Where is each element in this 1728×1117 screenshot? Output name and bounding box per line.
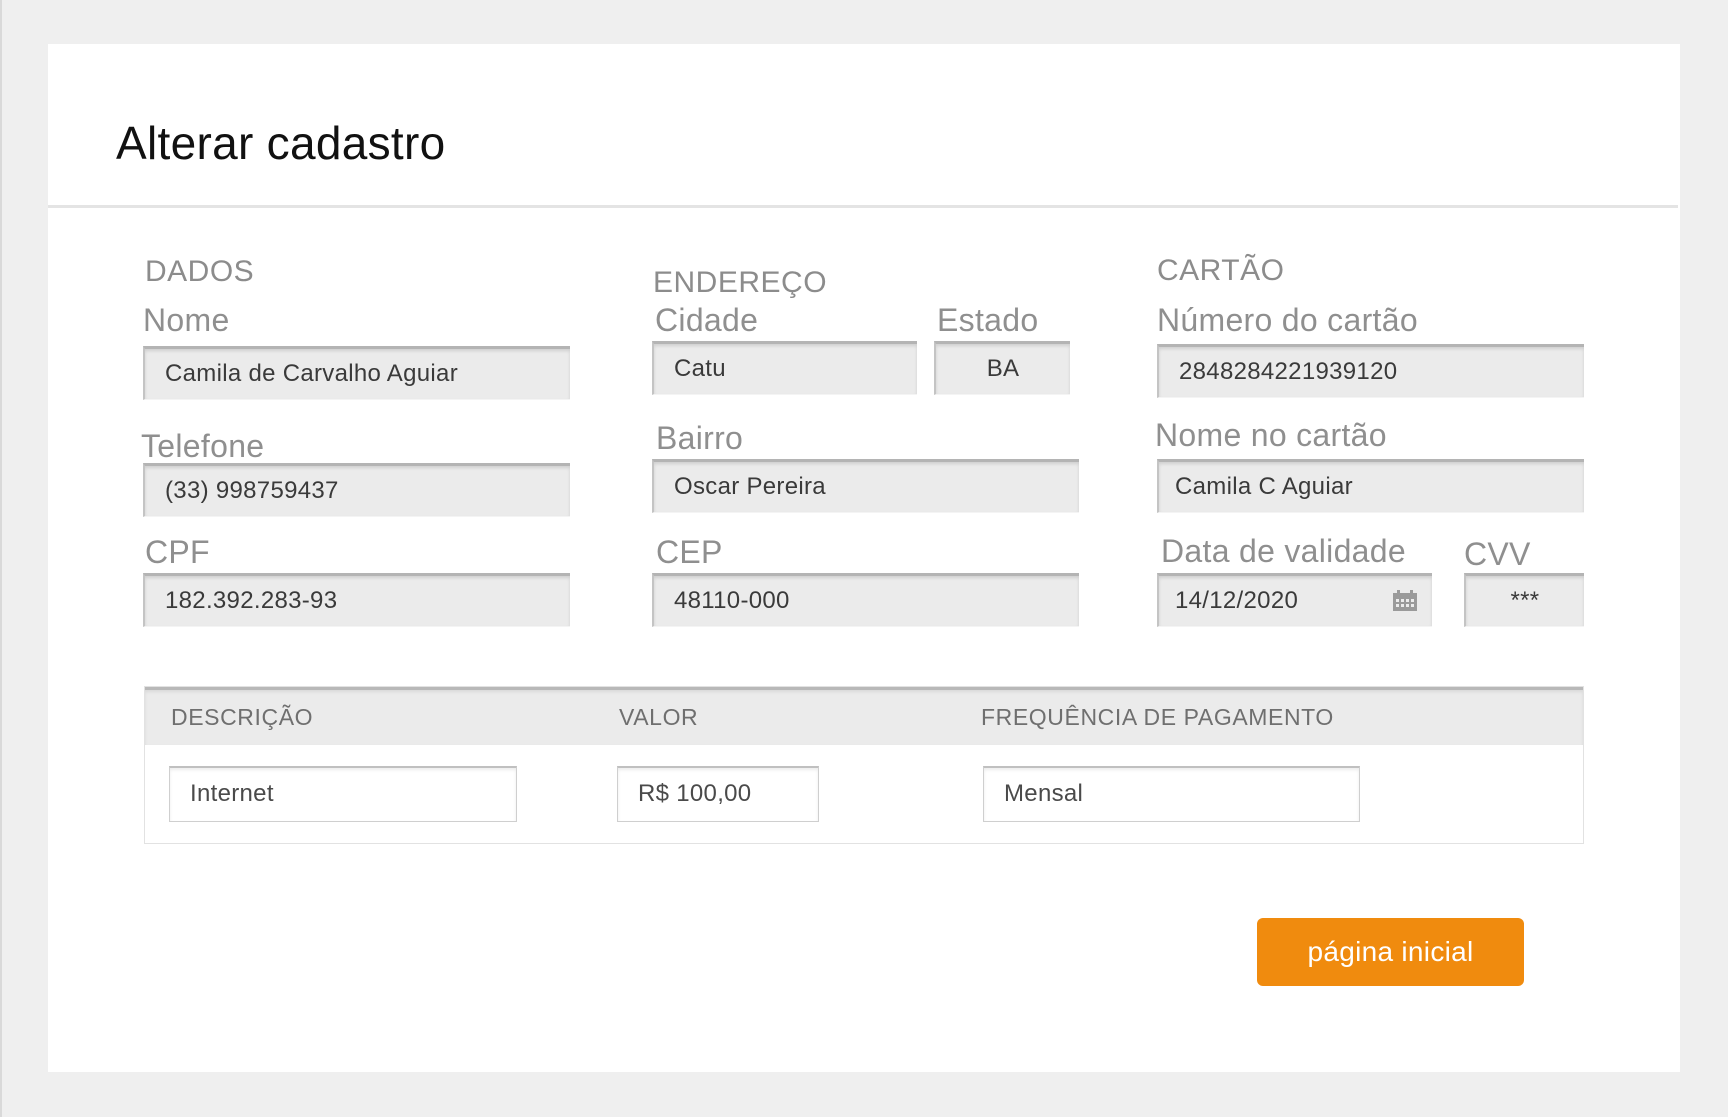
validade-value: 14/12/2020 [1175,587,1299,614]
descricao-input[interactable]: Internet [169,766,517,822]
telefone-label: Telefone [141,428,265,464]
bairro-value: Oscar Pereira [674,473,826,500]
validade-field[interactable]: 14/12/2020 [1157,573,1432,627]
cep-field[interactable]: 48110-000 [652,573,1079,627]
cpf-value: 182.392.283-93 [165,587,338,614]
valor-input[interactable]: R$ 100,00 [617,766,819,822]
nome-cartao-label: Nome no cartão [1155,417,1387,453]
edit-registration-card: Alterar cadastro DADOS Nome Camila de Ca… [48,44,1680,1072]
valor-value: R$ 100,00 [638,780,752,807]
column-header-descricao: DESCRIÇÃO [171,704,314,730]
frequencia-value: Mensal [1004,780,1084,807]
calendar-icon[interactable] [1392,590,1418,612]
bairro-field[interactable]: Oscar Pereira [652,459,1079,513]
endereco-section-label: ENDEREÇO [653,266,828,299]
nome-field[interactable]: Camila de Carvalho Aguiar [143,346,570,400]
cep-value: 48110-000 [674,587,790,614]
page-title: Alterar cadastro [116,117,446,169]
column-header-valor: VALOR [619,704,699,730]
estado-value: BA [986,355,1020,382]
cidade-field[interactable]: Catu [652,341,917,395]
frequencia-input[interactable]: Mensal [983,766,1360,822]
page-edge [0,0,2,1117]
cvv-label: CVV [1464,536,1531,572]
nome-cartao-field[interactable]: Camila C Aguiar [1157,459,1584,513]
descricao-value: Internet [190,780,274,807]
cvv-value: *** [1510,587,1540,614]
validade-label: Data de validade [1161,533,1406,569]
estado-label: Estado [937,302,1039,338]
cpf-label: CPF [145,534,210,570]
nome-value: Camila de Carvalho Aguiar [165,360,458,387]
cartao-section-label: CARTÃO [1157,254,1285,287]
telefone-field[interactable]: (33) 998759437 [143,463,570,517]
cidade-value: Catu [674,355,726,382]
numero-cartao-label: Número do cartão [1157,302,1418,338]
cpf-field[interactable]: 182.392.283-93 [143,573,570,627]
column-header-frequencia: FREQUÊNCIA DE PAGAMENTO [981,704,1334,730]
cidade-label: Cidade [655,302,759,338]
services-table: DESCRIÇÃO VALOR FREQUÊNCIA DE PAGAMENTO … [144,686,1584,844]
estado-field[interactable]: BA [934,341,1070,395]
bairro-label: Bairro [656,420,744,456]
numero-cartao-field[interactable]: 2848284221939120 [1157,344,1584,398]
telefone-value: (33) 998759437 [165,477,339,504]
cep-label: CEP [656,534,723,570]
numero-cartao-value: 2848284221939120 [1179,358,1398,385]
home-page-button[interactable]: página inicial [1257,918,1524,986]
dados-section-label: DADOS [145,255,255,288]
header-divider [48,205,1678,208]
nome-cartao-value: Camila C Aguiar [1175,473,1353,500]
table-header: DESCRIÇÃO VALOR FREQUÊNCIA DE PAGAMENTO [145,687,1583,745]
nome-label: Nome [143,302,230,338]
cvv-field[interactable]: *** [1464,573,1584,627]
